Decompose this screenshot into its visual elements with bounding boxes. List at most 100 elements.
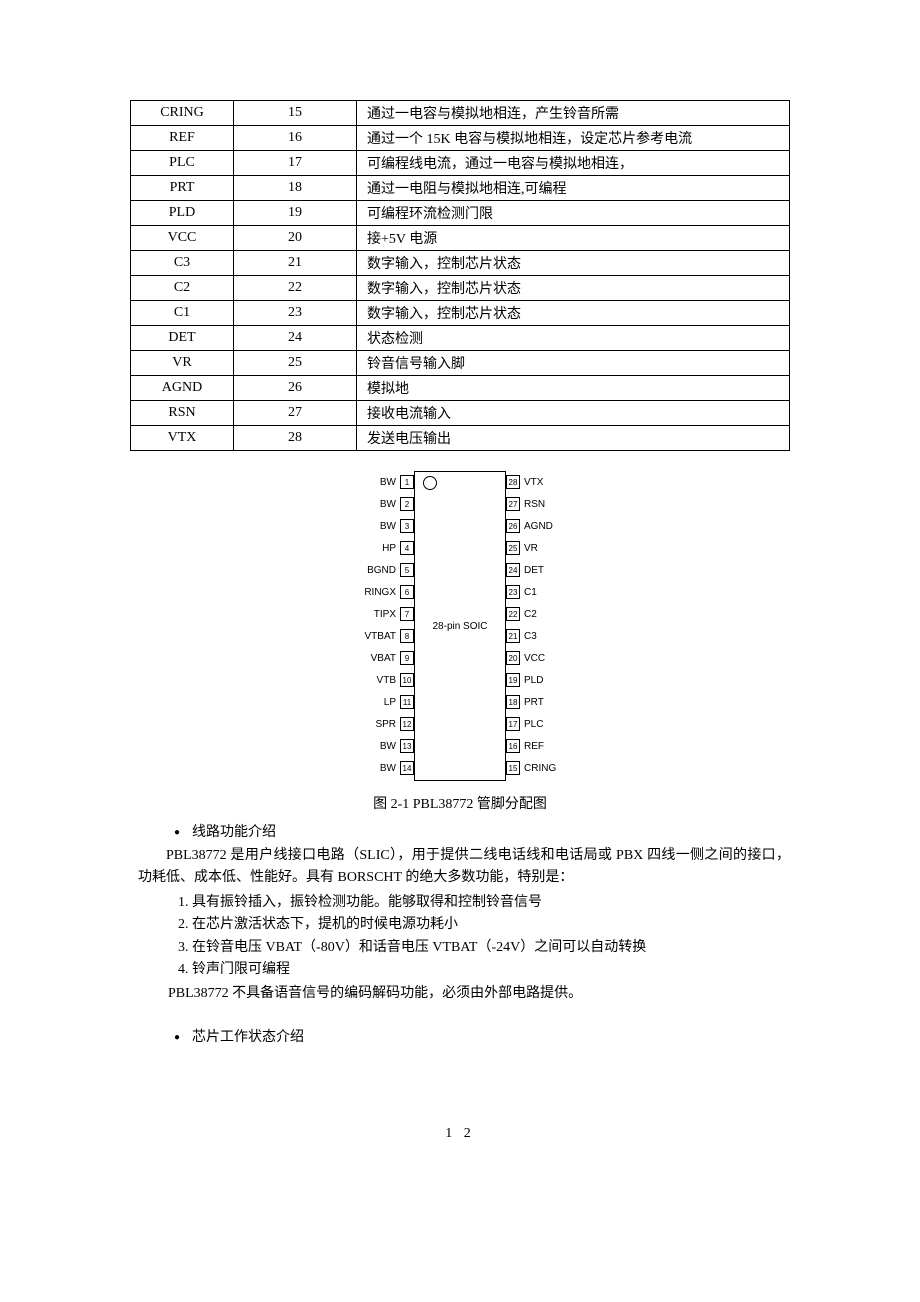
- table-cell: RSN: [131, 401, 234, 426]
- table-cell: 27: [234, 401, 357, 426]
- chip-pin-right: 28VTX: [506, 471, 566, 493]
- pin-label: VTBAT: [354, 631, 400, 642]
- table-row: C222数字输入，控制芯片状态: [131, 276, 790, 301]
- chip-pinout-figure: BW1BW2BW3HP4BGND5RINGX6TIPX7VTBAT8VBAT9V…: [130, 471, 790, 781]
- table-cell: 18: [234, 176, 357, 201]
- pin-number-box: 10: [400, 673, 414, 687]
- table-cell: 可编程线电流，通过一电容与模拟地相连，: [357, 151, 790, 176]
- pin-number-box: 5: [400, 563, 414, 577]
- table-cell: 21: [234, 251, 357, 276]
- chip-pin-left: BGND5: [354, 559, 414, 581]
- paragraph-note: PBL38772 不具备语音信号的编码解码功能，必须由外部电路提供。: [168, 983, 790, 1005]
- chip-pin-right: 15CRING: [506, 757, 566, 779]
- chip-pin-right: 24DET: [506, 559, 566, 581]
- chip-pin-left: LP11: [354, 691, 414, 713]
- pin-label: VBAT: [354, 653, 400, 664]
- bullet-icon: ●: [174, 827, 180, 838]
- page-number: 1 2: [130, 1126, 790, 1142]
- pin-label: RSN: [520, 499, 566, 510]
- chip-pin-right: 20VCC: [506, 647, 566, 669]
- chip-pin-left: BW3: [354, 515, 414, 537]
- section-title: 线路功能介绍: [192, 825, 276, 840]
- section-title: 芯片工作状态介绍: [192, 1030, 304, 1045]
- paragraph-intro: PBL38772 是用户线接口电路（SLIC），用于提供二线电话线和电话局或 P…: [138, 845, 790, 890]
- table-cell: 状态检测: [357, 326, 790, 351]
- table-cell: VTX: [131, 426, 234, 451]
- pin-number-box: 27: [506, 497, 520, 511]
- list-item: 在芯片激活状态下，提机的时候电源功耗小: [192, 914, 790, 936]
- pin-label: BW: [354, 521, 400, 532]
- table-row: REF16通过一个 15K 电容与模拟地相连，设定芯片参考电流: [131, 126, 790, 151]
- pin-number-box: 20: [506, 651, 520, 665]
- table-cell: 28: [234, 426, 357, 451]
- chip-pin-right: 21C3: [506, 625, 566, 647]
- chip-body: 28-pin SOIC: [414, 471, 506, 781]
- pin-number-box: 8: [400, 629, 414, 643]
- pin-label: SPR: [354, 719, 400, 730]
- pin-label: C1: [520, 587, 566, 598]
- pin-label: LP: [354, 697, 400, 708]
- pin-number-box: 23: [506, 585, 520, 599]
- pin-number-box: 12: [400, 717, 414, 731]
- pin-label: VTX: [520, 477, 566, 488]
- chip-pin-left: VTBAT8: [354, 625, 414, 647]
- pin-label: REF: [520, 741, 566, 752]
- chip-pin-left: RINGX6: [354, 581, 414, 603]
- pin-number-box: 18: [506, 695, 520, 709]
- pin-description-table: CRING15通过一电容与模拟地相连，产生铃音所需REF16通过一个 15K 电…: [130, 100, 790, 451]
- table-row: PLD19可编程环流检测门限: [131, 201, 790, 226]
- table-cell: 发送电压输出: [357, 426, 790, 451]
- table-cell: C2: [131, 276, 234, 301]
- pin-label: BW: [354, 763, 400, 774]
- table-cell: 22: [234, 276, 357, 301]
- table-cell: 模拟地: [357, 376, 790, 401]
- pin-number-box: 17: [506, 717, 520, 731]
- chip-pin-left: BW1: [354, 471, 414, 493]
- pin-number-box: 25: [506, 541, 520, 555]
- table-row: PLC17可编程线电流，通过一电容与模拟地相连，: [131, 151, 790, 176]
- pin-number-box: 14: [400, 761, 414, 775]
- table-row: AGND26模拟地: [131, 376, 790, 401]
- list-item: 具有振铃插入，振铃检测功能。能够取得和控制铃音信号: [192, 892, 790, 914]
- pin-number-box: 3: [400, 519, 414, 533]
- pin-label: BW: [354, 477, 400, 488]
- table-row: CRING15通过一电容与模拟地相连，产生铃音所需: [131, 101, 790, 126]
- table-cell: 通过一个 15K 电容与模拟地相连，设定芯片参考电流: [357, 126, 790, 151]
- table-cell: 数字输入，控制芯片状态: [357, 301, 790, 326]
- table-cell: 接+5V 电源: [357, 226, 790, 251]
- feature-list: 具有振铃插入，振铃检测功能。能够取得和控制铃音信号在芯片激活状态下，提机的时候电…: [168, 892, 790, 982]
- table-cell: CRING: [131, 101, 234, 126]
- table-cell: 通过一电容与模拟地相连，产生铃音所需: [357, 101, 790, 126]
- chip-pin-left: BW13: [354, 735, 414, 757]
- list-item: 铃声门限可编程: [192, 959, 790, 981]
- table-cell: 25: [234, 351, 357, 376]
- table-cell: 16: [234, 126, 357, 151]
- table-cell: 数字输入，控制芯片状态: [357, 276, 790, 301]
- table-row: DET24状态检测: [131, 326, 790, 351]
- pin-number-box: 11: [400, 695, 414, 709]
- pin-number-box: 19: [506, 673, 520, 687]
- chip-pin-right: 19PLD: [506, 669, 566, 691]
- chip-pin-right: 23C1: [506, 581, 566, 603]
- table-row: C321数字输入，控制芯片状态: [131, 251, 790, 276]
- table-row: RSN27接收电流输入: [131, 401, 790, 426]
- table-row: PRT18通过一电阻与模拟地相连,可编程: [131, 176, 790, 201]
- table-cell: 可编程环流检测门限: [357, 201, 790, 226]
- pin-label: DET: [520, 565, 566, 576]
- pin-label: VR: [520, 543, 566, 554]
- table-cell: 20: [234, 226, 357, 251]
- pin-number-box: 4: [400, 541, 414, 555]
- table-cell: VCC: [131, 226, 234, 251]
- section-heading-chip-state: ●芯片工作状态介绍: [174, 1026, 790, 1046]
- table-cell: 数字输入，控制芯片状态: [357, 251, 790, 276]
- table-row: C123数字输入，控制芯片状态: [131, 301, 790, 326]
- pin-label: C3: [520, 631, 566, 642]
- chip-pin-right: 16REF: [506, 735, 566, 757]
- pin-label: VTB: [354, 675, 400, 686]
- chip-pin-left: SPR12: [354, 713, 414, 735]
- pin-label: C2: [520, 609, 566, 620]
- pin-number-box: 13: [400, 739, 414, 753]
- table-row: VTX28发送电压输出: [131, 426, 790, 451]
- table-cell: DET: [131, 326, 234, 351]
- table-cell: 15: [234, 101, 357, 126]
